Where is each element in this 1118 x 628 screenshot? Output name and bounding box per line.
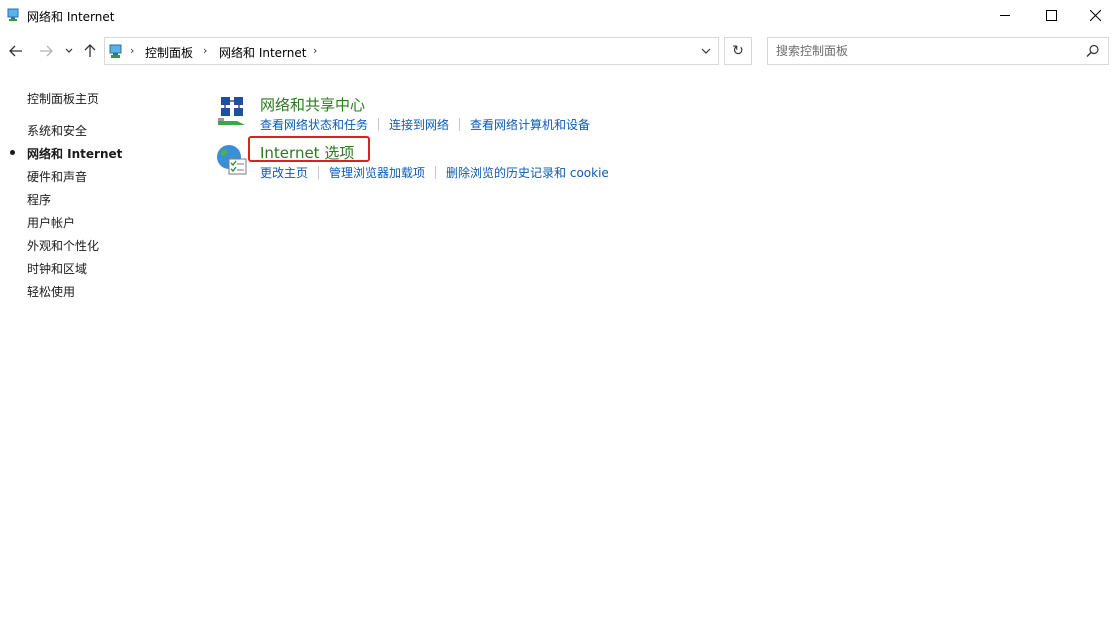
breadcrumb-separator[interactable]: ›	[313, 44, 317, 57]
breadcrumb-control-panel[interactable]: 控制面板	[145, 44, 193, 61]
divider	[318, 166, 320, 179]
search-icon	[1086, 44, 1099, 57]
divider	[459, 118, 461, 131]
divider	[378, 118, 380, 131]
arrow-right-icon	[40, 45, 53, 57]
sidebar-item-clock-region[interactable]: 时钟和区域	[27, 260, 87, 277]
category-links: 更改主页 管理浏览器加载项 删除浏览的历史记录和 cookie	[260, 164, 609, 181]
search-input[interactable]	[776, 43, 1076, 59]
address-dropdown-button[interactable]	[694, 38, 718, 64]
maximize-button[interactable]	[1028, 0, 1074, 31]
chevron-down-icon	[65, 48, 73, 53]
control-panel-network-icon	[7, 8, 19, 21]
arrow-up-icon	[84, 44, 96, 57]
minimize-button[interactable]	[982, 0, 1028, 31]
link-manage-addons[interactable]: 管理浏览器加载项	[329, 164, 425, 181]
network-sharing-center-icon	[218, 97, 245, 125]
sidebar-item-ease-of-access[interactable]: 轻松使用	[27, 283, 75, 300]
forward-button[interactable]	[36, 41, 56, 61]
breadcrumb-network-internet[interactable]: 网络和 Internet	[219, 44, 306, 61]
link-delete-browsing-history[interactable]: 删除浏览的历史记录和 cookie	[446, 164, 609, 181]
category-title[interactable]: 网络和共享中心	[260, 94, 365, 115]
link-view-network-status[interactable]: 查看网络状态和任务	[260, 116, 368, 133]
sidebar-item-home[interactable]: 控制面板主页	[27, 90, 99, 107]
sidebar-item-network-internet[interactable]: 网络和 Internet	[27, 145, 122, 162]
sidebar-item-programs[interactable]: 程序	[27, 191, 51, 208]
maximize-icon	[1045, 10, 1057, 21]
link-change-home-page[interactable]: 更改主页	[260, 164, 308, 181]
close-icon	[1089, 10, 1101, 21]
sidebar-item-user-accounts[interactable]: 用户帐户	[27, 214, 75, 231]
back-button[interactable]	[6, 41, 26, 61]
recent-locations-button[interactable]	[62, 41, 76, 61]
chevron-down-icon	[701, 48, 711, 54]
sidebar-item-appearance[interactable]: 外观和个性化	[27, 237, 99, 254]
refresh-icon: ↻	[732, 43, 744, 59]
minimize-icon	[999, 15, 1010, 16]
search-box[interactable]	[767, 37, 1109, 65]
breadcrumb-separator[interactable]: ›	[130, 44, 134, 57]
link-connect-to-network[interactable]: 连接到网络	[389, 116, 449, 133]
sidebar-item-system-security[interactable]: 系统和安全	[27, 122, 87, 139]
title-bar: 网络和 Internet	[0, 0, 1118, 31]
close-button[interactable]	[1072, 0, 1118, 31]
window-title: 网络和 Internet	[27, 10, 115, 24]
highlight-box	[248, 136, 370, 162]
active-bullet-icon	[10, 150, 15, 155]
up-button[interactable]	[80, 41, 100, 61]
arrow-left-icon	[9, 45, 22, 57]
breadcrumb-separator[interactable]: ›	[203, 44, 207, 57]
sidebar-item-hardware-sound[interactable]: 硬件和声音	[27, 168, 87, 185]
divider	[435, 166, 437, 179]
control-panel-icon	[109, 44, 122, 58]
internet-options-icon	[217, 145, 247, 175]
category-links: 查看网络状态和任务 连接到网络 查看网络计算机和设备	[260, 116, 590, 133]
refresh-button[interactable]: ↻	[724, 37, 752, 65]
address-bar[interactable]: › 控制面板 › 网络和 Internet ›	[104, 37, 719, 65]
link-view-network-computers[interactable]: 查看网络计算机和设备	[470, 116, 590, 133]
